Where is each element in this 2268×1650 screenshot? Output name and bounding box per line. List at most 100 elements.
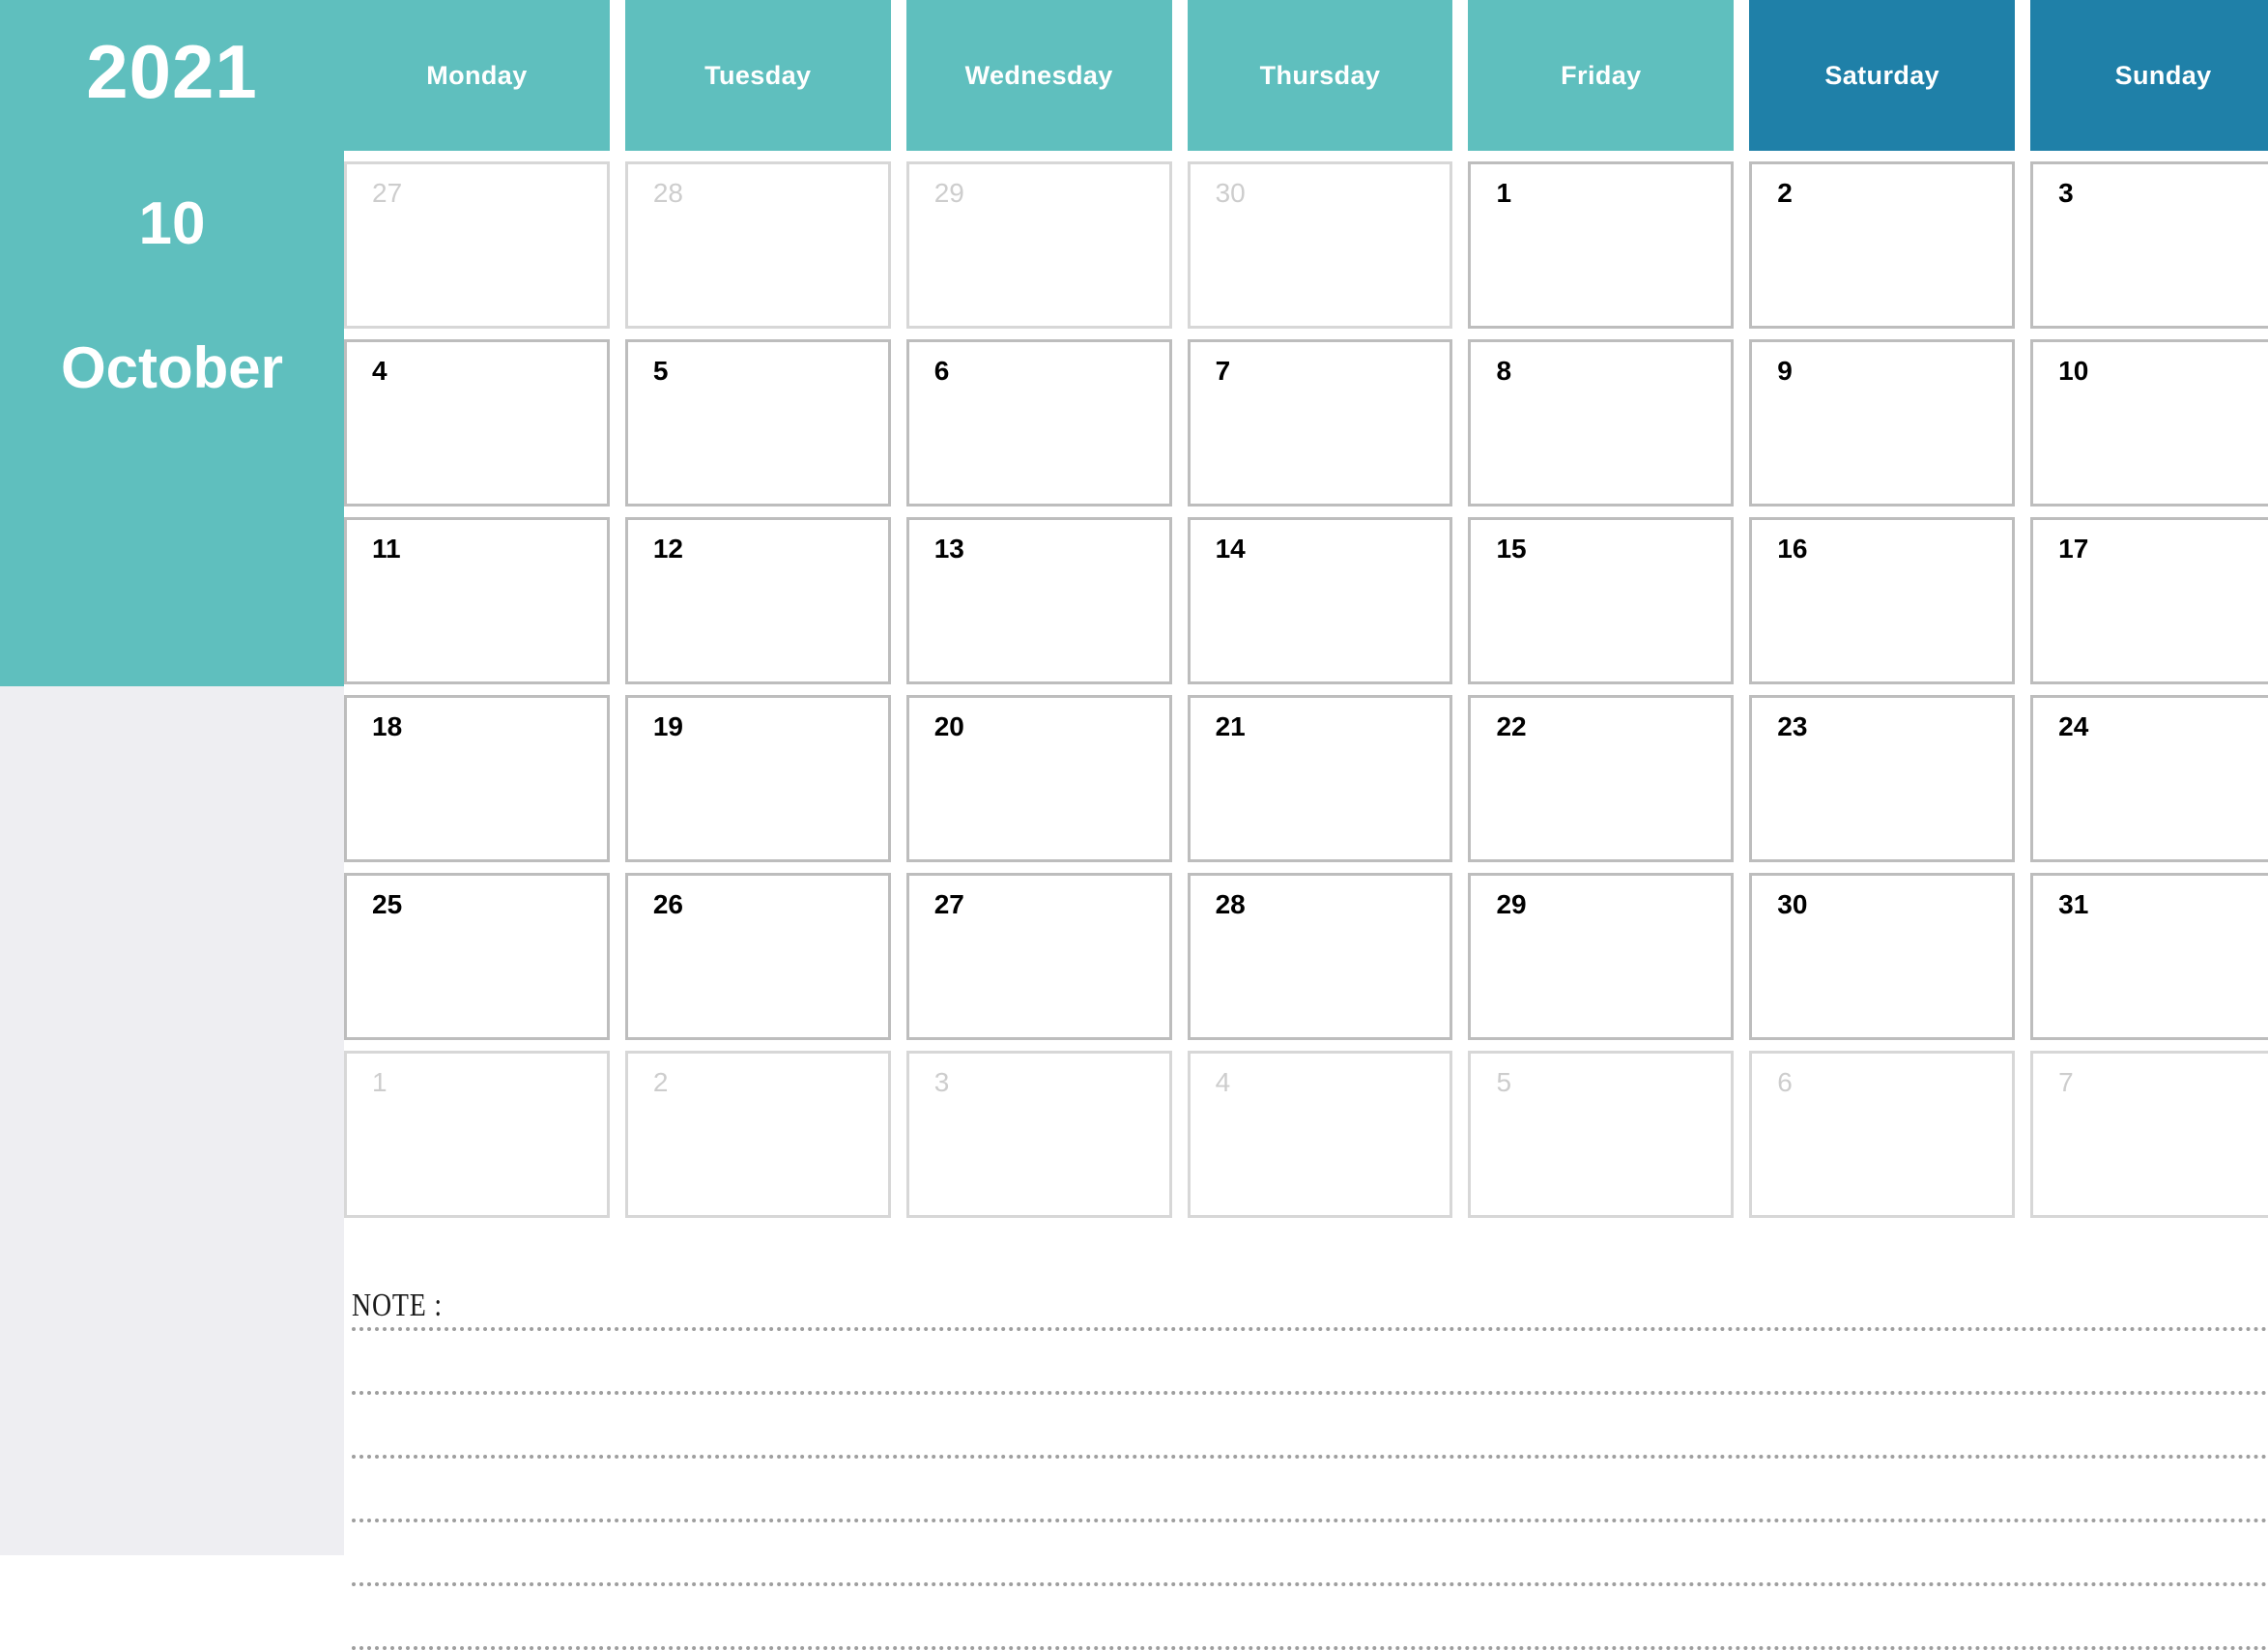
day-cell[interactable]: 1 <box>344 1051 610 1218</box>
day-cell[interactable]: 13 <box>905 517 1172 684</box>
weekday-header-saturday: Saturday <box>1749 0 2016 151</box>
day-cell[interactable]: 8 <box>1468 339 1735 507</box>
day-number: 29 <box>933 178 964 208</box>
day-number: 31 <box>2058 889 2089 919</box>
week-row: 18 19 20 21 22 23 24 <box>344 695 2268 862</box>
note-rule-line[interactable] <box>352 1646 2268 1650</box>
weekday-header-label: Thursday <box>1259 60 1381 90</box>
day-number: 6 <box>933 356 950 386</box>
note-rule-line[interactable] <box>352 1327 2268 1331</box>
day-cell[interactable]: 6 <box>905 339 1172 507</box>
day-number: 6 <box>1777 1067 1793 1097</box>
day-cell[interactable]: 2 <box>1749 161 2016 329</box>
day-number: 28 <box>1215 889 1246 919</box>
weekday-header-sunday: Sunday <box>2030 0 2268 151</box>
day-cell[interactable]: 27 <box>905 873 1172 1040</box>
day-cell[interactable]: 22 <box>1468 695 1735 862</box>
day-cell[interactable]: 29 <box>905 161 1172 329</box>
day-cell[interactable]: 28 <box>624 161 891 329</box>
day-number: 30 <box>1777 889 1808 919</box>
day-number: 11 <box>372 534 401 564</box>
day-number: 21 <box>1215 711 1246 741</box>
day-number: 18 <box>372 711 403 741</box>
day-number: 4 <box>372 356 388 386</box>
day-number: 2 <box>652 1067 669 1097</box>
day-cell[interactable]: 5 <box>624 339 891 507</box>
month-sidebar: 2021 10 October <box>0 0 344 686</box>
day-cell[interactable]: 4 <box>344 339 610 507</box>
day-number: 8 <box>1496 356 1512 386</box>
day-cell[interactable]: 28 <box>1187 873 1453 1040</box>
day-cell[interactable]: 21 <box>1187 695 1453 862</box>
day-cell[interactable]: 3 <box>905 1051 1172 1218</box>
day-cell[interactable]: 29 <box>1468 873 1735 1040</box>
day-number: 12 <box>652 534 684 564</box>
day-number: 3 <box>2058 178 2074 208</box>
day-cell[interactable]: 12 <box>624 517 891 684</box>
day-cell[interactable]: 30 <box>1187 161 1453 329</box>
day-number: 23 <box>1777 711 1808 741</box>
note-rule-line[interactable] <box>352 1519 2268 1522</box>
day-cell[interactable]: 3 <box>2030 161 2268 329</box>
day-cell[interactable]: 4 <box>1187 1051 1453 1218</box>
day-number: 7 <box>2058 1067 2074 1097</box>
day-number: 14 <box>1215 534 1246 564</box>
day-cell[interactable]: 5 <box>1468 1051 1735 1218</box>
day-number: 9 <box>1777 356 1793 386</box>
day-cell[interactable]: 24 <box>2030 695 2268 862</box>
day-number: 15 <box>1496 534 1527 564</box>
day-number: 27 <box>372 178 403 208</box>
day-cell[interactable]: 20 <box>905 695 1172 862</box>
day-cell[interactable]: 17 <box>2030 517 2268 684</box>
day-cell[interactable]: 26 <box>624 873 891 1040</box>
day-cell[interactable]: 2 <box>624 1051 891 1218</box>
sidebar-filler <box>0 686 344 1555</box>
weekday-header-tuesday: Tuesday <box>624 0 891 151</box>
day-cell[interactable]: 10 <box>2030 339 2268 507</box>
day-cell[interactable]: 25 <box>344 873 610 1040</box>
day-cell[interactable]: 27 <box>344 161 610 329</box>
day-number: 7 <box>1215 356 1231 386</box>
day-number: 5 <box>652 356 669 386</box>
weekday-header-row: Monday Tuesday Wednesday Thursday Friday Satu… <box>344 0 2268 151</box>
day-cell[interactable]: 14 <box>1187 517 1453 684</box>
day-cell[interactable]: 23 <box>1749 695 2016 862</box>
day-cell[interactable]: 18 <box>344 695 610 862</box>
calendar-grid: 27 28 29 30 1 2 3 4 5 6 7 8 9 10 11 12 13 14 15 16 17 18 19 20 2… <box>344 161 2268 1229</box>
day-number: 28 <box>652 178 684 208</box>
day-cell[interactable]: 1 <box>1468 161 1735 329</box>
day-number: 1 <box>372 1067 388 1097</box>
month-name-label: October <box>60 335 284 400</box>
week-row: 27 28 29 30 1 2 3 <box>344 161 2268 329</box>
day-cell[interactable]: 31 <box>2030 873 2268 1040</box>
day-cell[interactable]: 7 <box>2030 1051 2268 1218</box>
day-number: 16 <box>1777 534 1808 564</box>
day-cell[interactable]: 6 <box>1749 1051 2016 1218</box>
note-rule-line[interactable] <box>352 1455 2268 1459</box>
weekday-header-label: Sunday <box>2114 60 2212 90</box>
day-number: 4 <box>1215 1067 1231 1097</box>
week-row: 25 26 27 28 29 30 31 <box>344 873 2268 1040</box>
day-number: 3 <box>933 1067 950 1097</box>
day-number: 17 <box>2058 534 2089 564</box>
month-number-label: 10 <box>138 190 206 257</box>
note-section: NOTE : <box>344 1277 2268 1650</box>
year-label: 2021 <box>86 29 258 114</box>
day-cell[interactable]: 30 <box>1749 873 2016 1040</box>
weekday-header-monday: Monday <box>344 0 610 151</box>
calendar-panel: Monday Tuesday Wednesday Thursday Friday Satu… <box>344 0 2268 1650</box>
day-cell[interactable]: 7 <box>1187 339 1453 507</box>
note-rule-line[interactable] <box>352 1582 2268 1586</box>
note-rule-line[interactable] <box>352 1391 2268 1395</box>
week-row: 4 5 6 7 8 9 10 <box>344 339 2268 507</box>
weekday-header-wednesday: Wednesday <box>905 0 1172 151</box>
day-cell[interactable]: 15 <box>1468 517 1735 684</box>
day-cell[interactable]: 9 <box>1749 339 2016 507</box>
day-number: 26 <box>652 889 684 919</box>
day-cell[interactable]: 19 <box>624 695 891 862</box>
day-cell[interactable]: 11 <box>344 517 610 684</box>
day-number: 19 <box>652 711 684 741</box>
day-number: 10 <box>2058 356 2089 386</box>
day-cell[interactable]: 16 <box>1749 517 2016 684</box>
weekday-header-thursday: Thursday <box>1187 0 1453 151</box>
